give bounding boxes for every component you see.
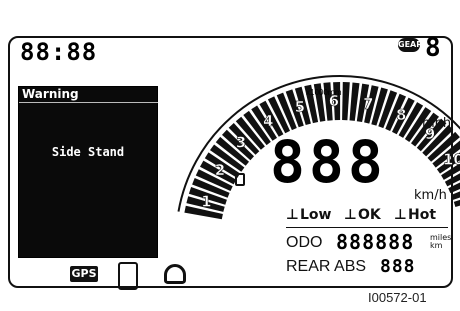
- fuel-pump-icon: [235, 173, 245, 186]
- speed-display: 888: [270, 128, 387, 196]
- thermometer-icon: ⊥: [286, 207, 299, 223]
- tach-number: 1: [201, 193, 211, 211]
- tach-number: 2: [215, 161, 225, 179]
- temp-hot-label: Hot: [408, 207, 437, 223]
- odometer-label: ODO: [286, 234, 323, 251]
- odometer-value: 888888: [336, 230, 415, 254]
- thermometer-icon: ⊥: [394, 207, 407, 223]
- figure-id: I00572-01: [368, 290, 427, 305]
- speed-unit-mph: mph: [422, 116, 452, 131]
- rear-abs-label: REAR ABS: [286, 258, 367, 275]
- speed-unit-kmh: km/h: [414, 188, 447, 203]
- divider: [286, 227, 448, 228]
- rpm-unit: x1000rpm: [306, 88, 342, 97]
- odometer-unit-km: km: [430, 241, 443, 250]
- temp-low-label: Low: [300, 207, 332, 223]
- tach-segment: [342, 82, 350, 121]
- temp-ok-label: OK: [358, 207, 381, 223]
- odometer-units: miles km: [430, 234, 451, 250]
- tach-number: 8: [396, 106, 406, 124]
- tach-number: 7: [363, 95, 373, 113]
- coolant-temperature-row: ⊥ Low ⊥ OK ⊥ Hot: [286, 207, 446, 227]
- tach-number: 5: [295, 98, 305, 116]
- tach-number: 3: [236, 133, 246, 151]
- rear-abs-value: 888: [380, 256, 416, 277]
- tach-number: 10: [443, 151, 460, 169]
- thermometer-icon: ⊥: [344, 207, 357, 223]
